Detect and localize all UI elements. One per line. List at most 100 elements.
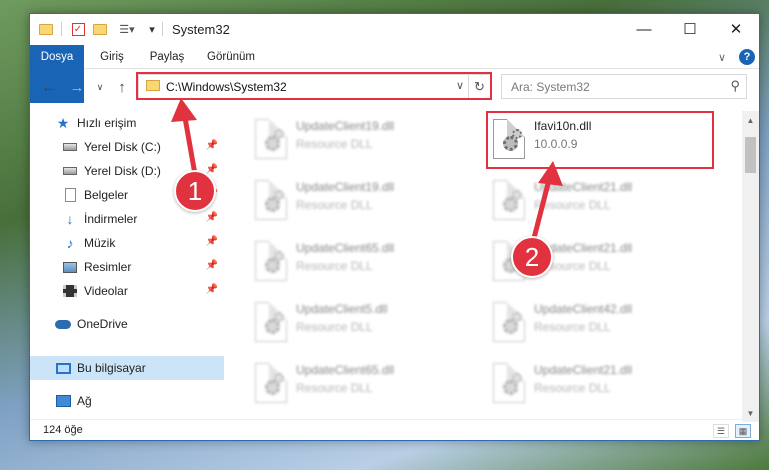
file-item[interactable]: UpdateClient21.dll Resource DLL [488,357,713,411]
file-highlight [486,111,714,169]
pin-icon[interactable]: 📌 [206,140,218,151]
file-item[interactable]: UpdateClient21.dll Resource DLL [488,174,713,232]
sidebar-item-label: Videolar [84,284,128,298]
music-icon: ♪ [66,235,74,251]
minimize-icon[interactable]: — [621,14,667,44]
cloud-icon [55,316,71,332]
sidebar-item-label: Resimler [84,260,132,274]
sidebar-item-label: Hızlı erişim [77,116,137,130]
file-name: UpdateClient19.dll [296,180,395,194]
close-icon[interactable]: ✕ [713,14,759,44]
sidebar-item-pictures[interactable]: Resimler 📌 [30,255,224,279]
ribbon: Dosya Giriş Paylaş Görünüm ∨ ? [30,45,759,103]
sidebar-item-local-disk-c[interactable]: Yerel Disk (C:) 📌 [30,135,224,159]
pin-icon[interactable]: 📌 [206,236,218,247]
downloads-icon: ↓ [66,211,74,227]
window-title: System32 [172,22,230,37]
file-name: UpdateClient65.dll [296,241,395,255]
drive-icon [62,163,78,179]
dll-file-icon [255,180,287,220]
sidebar-item-music[interactable]: ♪ Müzik 📌 [30,231,224,255]
scroll-down-icon[interactable]: ▼ [742,406,759,420]
vertical-scrollbar[interactable]: ▲ ▼ [742,111,759,422]
tab-share[interactable]: Paylaş [140,45,194,69]
chevron-down-icon[interactable]: ▾ [144,21,160,37]
file-name: UpdateClient19.dll [296,119,395,133]
dll-file-icon [255,241,287,281]
new-folder-icon[interactable] [92,21,108,37]
item-count: 124 öğe [43,424,83,436]
dll-file-icon [493,302,525,342]
tab-view[interactable]: Görünüm [194,45,268,69]
file-item[interactable]: UpdateClient42.dll Resource DLL [488,296,713,354]
file-description: Resource DLL [534,198,611,212]
status-bar: 124 öğe ☰ ▦ [30,419,759,440]
dll-file-icon [493,363,525,403]
videos-icon [62,283,78,299]
dll-file-icon [255,302,287,342]
pin-icon[interactable]: 📌 [206,284,218,295]
file-name: UpdateClient42.dll [534,302,633,316]
sidebar-item-label: Bu bilgisayar [77,361,146,375]
maximize-icon[interactable]: ☐ [667,14,713,44]
sidebar-item-label: Yerel Disk (D:) [84,164,161,178]
file-description: Resource DLL [296,137,373,151]
star-icon: ★ [56,114,70,131]
up-icon[interactable]: ↑ [113,77,131,97]
file-description: Resource DLL [296,320,373,334]
dll-file-icon [255,363,287,403]
expand-ribbon-icon[interactable]: ∨ [714,49,730,65]
sidebar-item-label: Ağ [77,394,92,408]
search-placeholder: Ara: System32 [511,80,590,94]
pictures-icon [62,259,78,275]
sidebar-item-this-pc[interactable]: Bu bilgisayar [30,356,224,380]
file-description: Resource DLL [534,381,611,395]
file-name: UpdateClient21.dll [534,363,633,377]
sidebar-item-label: OneDrive [77,317,128,331]
sidebar-item-onedrive[interactable]: OneDrive [30,312,224,336]
file-item[interactable]: UpdateClient65.dll Resource DLL [250,357,475,411]
dll-file-icon [493,180,525,220]
navigation-pane: ★ Hızlı erişim Yerel Disk (C:) 📌 Yerel D… [30,111,230,411]
separator [61,22,62,36]
separator [162,22,163,36]
file-item[interactable]: UpdateClient65.dll Resource DLL [250,235,475,293]
drive-icon [62,139,78,155]
help-icon[interactable]: ? [739,49,755,65]
scroll-thumb[interactable] [745,137,756,173]
explorer-window: ✓ ☰▾ ▾ System32 — ☐ ✕ Dosya Giriş Paylaş… [29,13,760,441]
sidebar-item-network[interactable]: Ağ [30,389,224,413]
step-badge-2: 2 [511,236,553,278]
forward-icon[interactable]: → [68,77,86,97]
computer-icon [55,360,71,376]
scroll-up-icon[interactable]: ▲ [742,113,759,127]
properties-icon[interactable]: ✓ [70,21,86,37]
recent-locations-icon[interactable]: ∨ [91,77,109,97]
search-input[interactable]: Ara: System32 ⚲ [501,74,747,99]
pin-icon[interactable]: 📌 [206,212,218,223]
dll-file-icon [255,119,287,159]
tiles-view-icon[interactable]: ▦ [735,424,751,438]
file-item[interactable]: UpdateClient19.dll Resource DLL [250,174,475,232]
step-badge-1: 1 [174,170,216,212]
tab-home[interactable]: Giriş [84,45,140,69]
documents-icon [62,187,78,203]
sidebar-item-label: İndirmeler [84,212,138,226]
folder-icon [38,21,54,37]
sidebar-item-label: Yerel Disk (C:) [84,140,161,154]
title-bar: ✓ ☰▾ ▾ System32 — ☐ ✕ [30,14,759,45]
address-highlight [136,72,492,100]
search-icon[interactable]: ⚲ [730,78,740,94]
file-item[interactable]: UpdateClient5.dll Resource DLL [250,296,475,354]
details-view-icon[interactable]: ☰ [713,424,729,438]
file-item[interactable]: UpdateClient19.dll Resource DLL [250,113,475,171]
sidebar-item-videos[interactable]: Videolar 📌 [30,279,224,303]
back-icon[interactable]: ← [40,77,58,97]
customize-quick-access-icon[interactable]: ☰▾ [114,21,140,37]
sidebar-item-label: Müzik [84,236,116,250]
file-name: UpdateClient65.dll [296,363,395,377]
file-name: UpdateClient21.dll [534,180,633,194]
pin-icon[interactable]: 📌 [206,260,218,271]
sidebar-item-quick-access[interactable]: ★ Hızlı erişim [30,111,224,135]
file-description: Resource DLL [296,198,373,212]
